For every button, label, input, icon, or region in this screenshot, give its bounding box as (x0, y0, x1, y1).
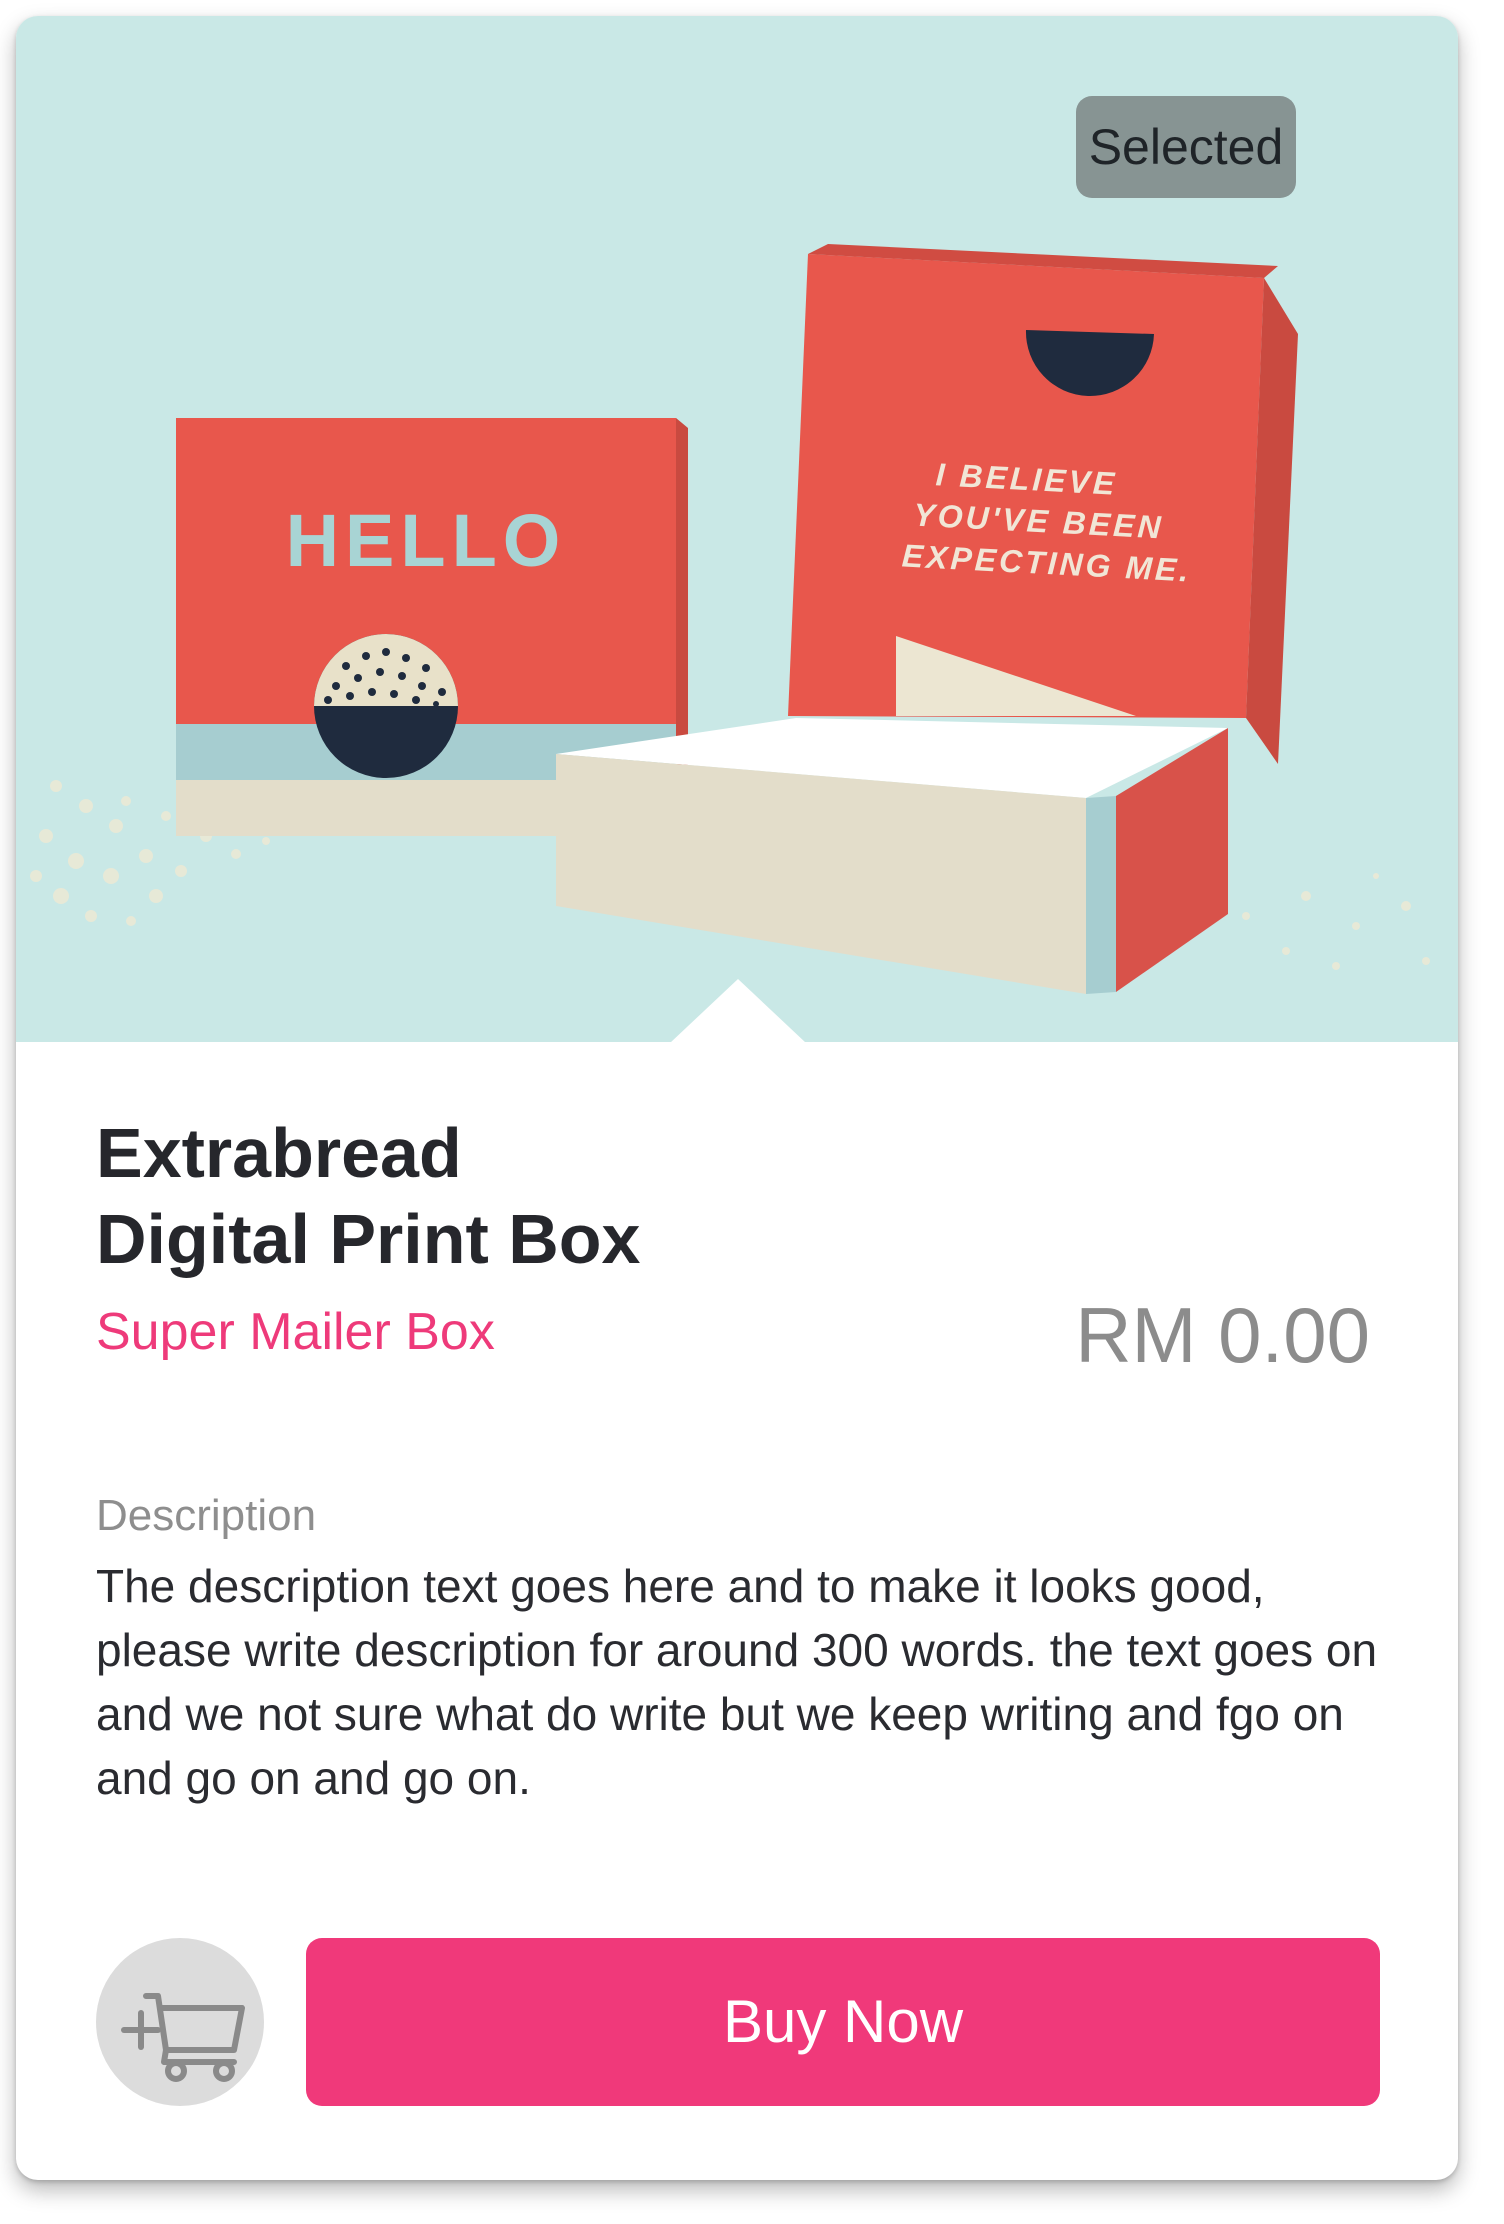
svg-text:HELLO: HELLO (286, 499, 567, 582)
product-image: HELLO I BELIEVE YOU'VE BEEN EXPECTING ME… (16, 16, 1458, 1042)
buy-now-button[interactable]: Buy Now (306, 1938, 1380, 2106)
description-label: Description (96, 1491, 317, 1540)
product-title: Extrabread Digital Print Box (96, 1110, 996, 1282)
product-card: HELLO I BELIEVE YOU'VE BEEN EXPECTING ME… (16, 16, 1458, 2180)
product-title-line-1: Extrabread (96, 1114, 462, 1192)
description-text: The description text goes here and to ma… (96, 1560, 1378, 1804)
add-to-cart-icon (121, 1993, 245, 2082)
product-title-line-2: Digital Print Box (96, 1200, 641, 1278)
image-pointer-notch (670, 979, 806, 1042)
add-to-cart-button[interactable] (96, 1938, 264, 2106)
product-price: RM 0.00 (1075, 1291, 1370, 1379)
selected-badge: Selected (1076, 96, 1296, 198)
product-category: Super Mailer Box (96, 1303, 495, 1361)
